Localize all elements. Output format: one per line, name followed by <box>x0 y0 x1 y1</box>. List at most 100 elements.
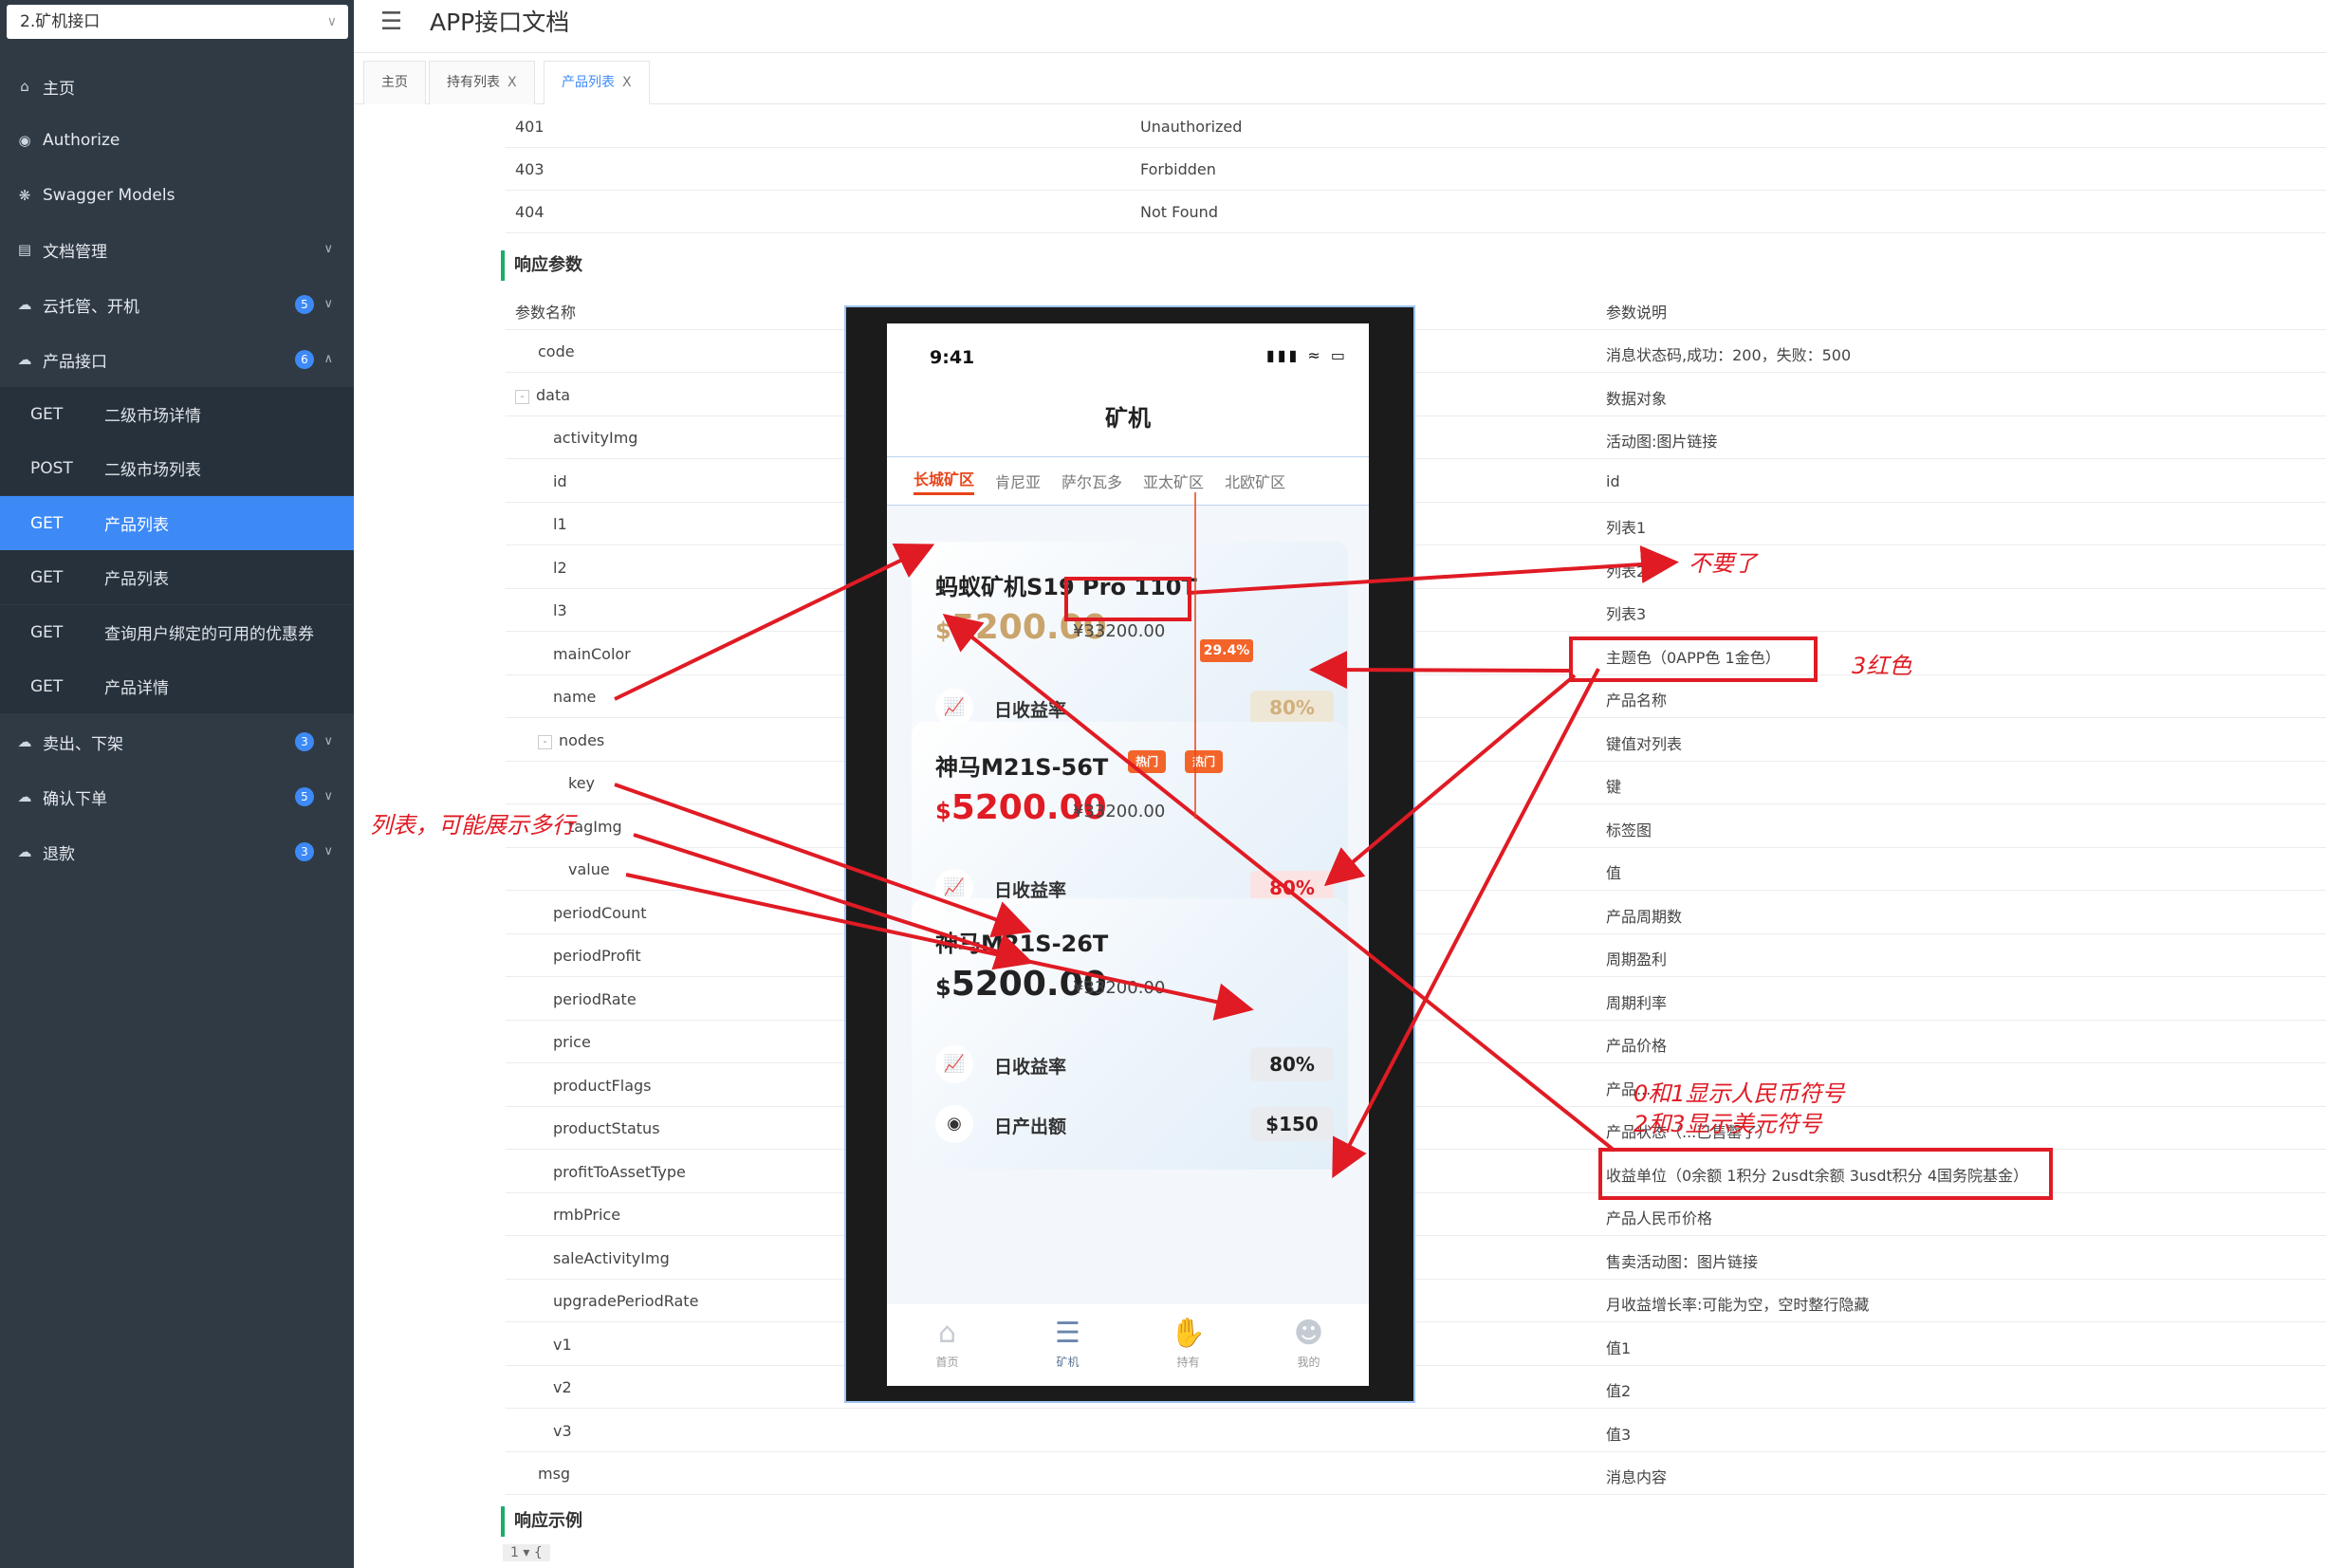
param-desc: 值3 <box>1606 1425 1632 1444</box>
sidebar-subitem-product-list-active[interactable]: GET 产品列表 <box>0 496 354 550</box>
status-row: 401 Unauthorized <box>506 105 2326 148</box>
param-name: profitToAssetType <box>553 1163 686 1181</box>
sidebar-item-label: 卖出、下架 <box>43 734 123 754</box>
tab-label: 产品列表 <box>562 75 615 90</box>
sidebar-item-refund[interactable]: ☁ 退款 3 ∨ <box>0 825 354 878</box>
sidebar-item-confirm-order[interactable]: ☁ 确认下单 5 ∨ <box>0 770 354 823</box>
sidebar-subitem-product-list[interactable]: GET 产品列表 <box>0 550 354 604</box>
region-tab-apac[interactable]: 亚太矿区 <box>1143 470 1204 492</box>
param-name: periodRate <box>553 990 637 1008</box>
param-name: l1 <box>553 515 567 533</box>
sidebar-item-authorize[interactable]: ◉ Authorize <box>0 114 354 167</box>
sidebar-item-doc-management[interactable]: ▤ 文档管理 ∨ <box>0 223 354 276</box>
bottom-nav-home[interactable]: ⌂ 首页 <box>887 1304 1007 1386</box>
param-name-text: l3 <box>553 601 567 619</box>
count-badge: 3 <box>295 842 314 861</box>
param-name: saleActivityImg <box>553 1249 670 1267</box>
status-row: 403 Forbidden <box>506 148 2326 191</box>
param-name: productFlags <box>553 1077 651 1095</box>
sidebar-item-swagger-models[interactable]: ❋ Swagger Models <box>0 169 354 222</box>
sidebar-item-label: Swagger Models <box>43 186 175 205</box>
sidebar-item-label: 云托管、开机 <box>43 297 139 317</box>
sidebar-item-product-api[interactable]: ☁ 产品接口 6 ∧ <box>0 333 354 386</box>
rmb-price: ¥33200.00 <box>1073 621 1166 641</box>
rate-label: 日收益率 <box>994 1057 1067 1078</box>
param-name-text: rmbPrice <box>553 1206 621 1224</box>
cloud-icon: ☁ <box>17 296 32 313</box>
status-desc: Not Found <box>1140 203 1218 221</box>
region-tab-kenya[interactable]: 肯尼亚 <box>995 470 1041 492</box>
models-icon: ❋ <box>18 187 31 204</box>
param-name: productStatus <box>553 1119 660 1137</box>
sidebar-item-sell[interactable]: ☁ 卖出、下架 3 ∨ <box>0 715 354 768</box>
status-code: 401 <box>515 118 545 136</box>
param-name-text: v1 <box>553 1335 572 1354</box>
param-name: v3 <box>553 1422 572 1440</box>
region-tab-el-salvador[interactable]: 萨尔瓦多 <box>1061 470 1122 492</box>
bottom-nav-mine[interactable]: ☻ 我的 <box>1248 1304 1369 1386</box>
chevron-down-icon: ∨ <box>323 297 333 311</box>
code-editor-line[interactable]: 1 ▾ { <box>503 1544 550 1561</box>
region-tabs: 长城矿区 肯尼亚 萨尔瓦多 亚太矿区 北欧矿区 <box>887 456 1369 506</box>
param-desc: 产品价格 <box>1606 1037 1668 1055</box>
http-method: GET <box>30 676 64 696</box>
tab-product-list[interactable]: 产品列表 X <box>544 61 650 104</box>
currency-symbol: $ <box>935 618 951 644</box>
param-name-text: msg <box>538 1465 571 1483</box>
collapse-toggle-icon[interactable]: - <box>515 389 529 404</box>
annotation-box-profit-type <box>1598 1148 2053 1200</box>
param-desc: id <box>1606 471 1620 490</box>
sidebar-subitem-market-detail[interactable]: GET 二级市场详情 <box>0 387 354 441</box>
cloud-icon: ☁ <box>17 351 32 368</box>
param-desc: 活动图:图片链接 <box>1606 433 1718 451</box>
chevron-down-icon: ∨ <box>323 242 333 256</box>
param-name: value <box>568 860 610 878</box>
bottom-nav-miners[interactable]: ☰ 矿机 <box>1007 1304 1128 1386</box>
param-row: upgradePeriodRate 月收益增长率:可能为空，空时整行隐藏 <box>506 1280 2326 1322</box>
status-code: 404 <box>515 203 545 221</box>
region-tab-great-wall[interactable]: 长城矿区 <box>914 467 975 495</box>
param-name-text: value <box>568 860 610 878</box>
param-row: periodProfit 周期盈利 <box>506 934 2326 977</box>
region-tab-nordic[interactable]: 北欧矿区 <box>1225 470 1285 492</box>
annotation-red: 3红色 <box>1852 653 1912 679</box>
top-header: ☰ APP接口文档 <box>354 0 2326 53</box>
menu-toggle-icon[interactable]: ☰ <box>380 8 402 36</box>
close-icon[interactable]: X <box>508 75 517 90</box>
param-row: id id <box>506 460 2326 503</box>
param-row: key 键 <box>506 762 2326 804</box>
tab-bar: 主页 持有列表 X 产品列表 X <box>354 57 2326 104</box>
lock-icon: ◉ <box>18 132 31 149</box>
param-desc: 值 <box>1606 864 1622 882</box>
param-row: v1 值1 <box>506 1323 2326 1366</box>
col-header-desc: 参数说明 <box>1606 304 1668 322</box>
close-icon[interactable]: X <box>622 75 632 90</box>
product-card[interactable]: 神马M21S-26T $5200.00 ¥33200.00 📈 日收益率 80% ◉ 日产出额… <box>912 898 1348 1170</box>
param-name-text: productFlags <box>553 1076 652 1095</box>
param-name-text: l2 <box>553 558 567 577</box>
annotation-box-main-color <box>1569 636 1818 682</box>
sidebar-item-home[interactable]: ⌂ 主页 <box>0 60 354 113</box>
tab-home[interactable]: 主页 <box>363 61 426 104</box>
param-name: upgradePeriodRate <box>553 1292 698 1310</box>
param-name-text: saleActivityImg <box>553 1248 670 1267</box>
annotation-box-rmb-price <box>1064 577 1191 621</box>
param-row: code 消息状态码,成功：200，失败：500 <box>506 330 2326 373</box>
tab-label: 主页 <box>381 75 408 90</box>
param-name: msg <box>538 1465 570 1483</box>
param-row: periodCount 产品周期数 <box>506 892 2326 934</box>
status-desc: Forbidden <box>1140 160 1216 178</box>
sidebar-subitem-market-list[interactable]: POST 二级市场列表 <box>0 441 354 495</box>
bottom-nav-holdings[interactable]: ✋ 持有 <box>1128 1304 1248 1386</box>
project-select[interactable]: 2.矿机接口 ∨ <box>7 5 348 39</box>
collapse-toggle-icon[interactable]: - <box>538 734 552 749</box>
sidebar-subitem-product-detail[interactable]: GET 产品详情 <box>0 659 354 713</box>
sidebar-item-cloud-hosting[interactable]: ☁ 云托管、开机 5 ∨ <box>0 278 354 331</box>
rate-value: 80% <box>1250 1047 1334 1081</box>
tab-holdings[interactable]: 持有列表 X <box>429 61 535 104</box>
cloud-icon: ☁ <box>17 788 32 805</box>
param-desc: 列表2 <box>1606 562 1647 581</box>
sidebar-subitem-coupons[interactable]: GET 查询用户绑定的可用的优惠券 <box>0 605 354 659</box>
param-row: name 产品名称 <box>506 675 2326 718</box>
server-icon: ☰ <box>1055 1317 1080 1350</box>
